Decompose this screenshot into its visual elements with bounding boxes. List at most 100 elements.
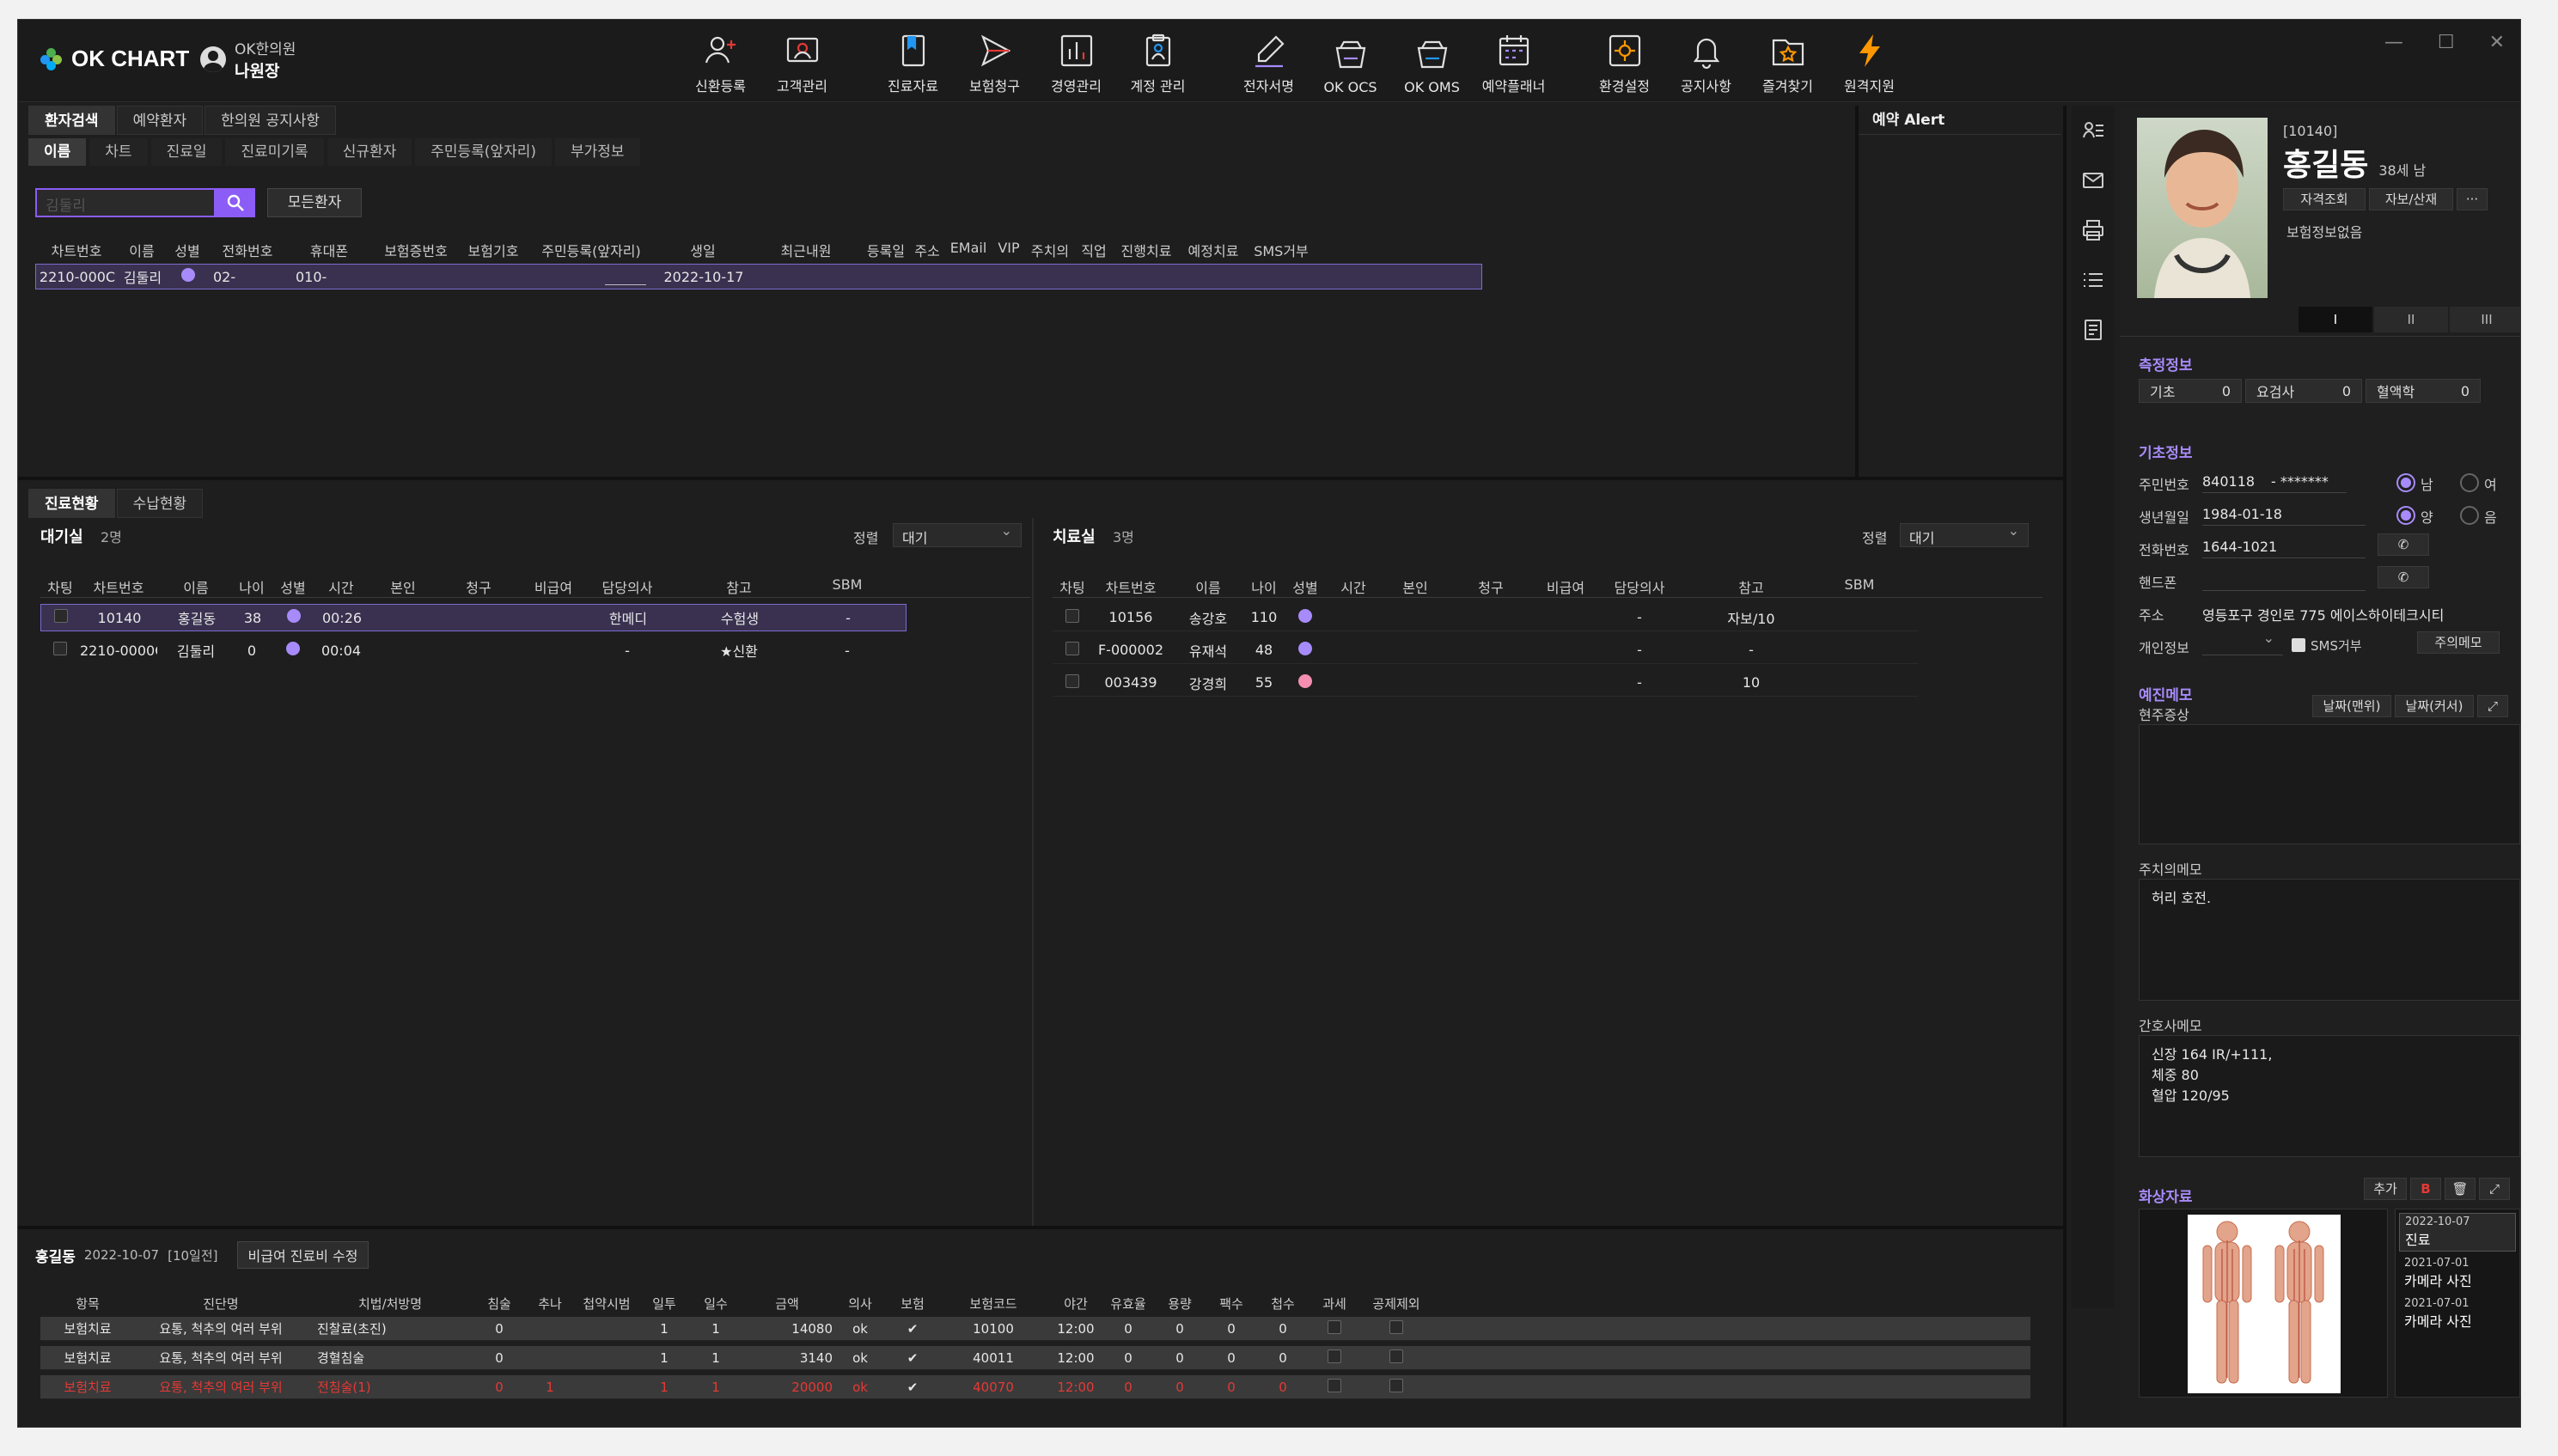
treatment-row[interactable]: F-000002 유재석 48 - -: [1053, 637, 1919, 664]
search-tab-visit-date[interactable]: 진료일: [150, 138, 223, 166]
toolbar-notice[interactable]: 공지사항: [1665, 27, 1747, 95]
date-top-button[interactable]: 날짜(맨위): [2312, 695, 2391, 717]
sidebar-list[interactable]: [2072, 255, 2115, 305]
toolbar-management[interactable]: 경영관리: [1035, 27, 1117, 95]
sex-male-radio[interactable]: [2396, 473, 2415, 492]
billing-row[interactable]: 보험치료 요통, 척추의 여러 부위 진찰료(초진) 0 1 1 14080 o…: [40, 1317, 2030, 1341]
chart-checkbox[interactable]: [53, 642, 67, 655]
billing-row[interactable]: 보험치료 요통, 척추의 여러 부위 경혈침술 0 1 1 3140 ok ✔ …: [40, 1346, 2030, 1370]
view-tab-2[interactable]: II: [2374, 307, 2448, 332]
toolbar-settings[interactable]: 환경설정: [1584, 27, 1665, 95]
sidebar-document[interactable]: [2072, 305, 2115, 355]
search-tab-unrecorded[interactable]: 진료미기록: [225, 138, 324, 166]
auto-insurance-button[interactable]: 자보/산재: [2369, 188, 2453, 210]
more-button[interactable]: ···: [2457, 188, 2488, 210]
sms-reject-checkbox[interactable]: [2292, 638, 2305, 652]
measure-urine[interactable]: 요검사 0: [2245, 379, 2362, 403]
chart-checkbox[interactable]: [1065, 608, 1079, 623]
insurance-check-icon[interactable]: ✔: [888, 1380, 937, 1395]
search-tab-extra[interactable]: 부가정보: [555, 138, 640, 166]
chart-checkbox[interactable]: [1065, 673, 1079, 688]
toolbar-ok-oms[interactable]: OK OMS: [1391, 27, 1473, 95]
view-tab-1[interactable]: I: [2299, 307, 2372, 332]
tax-checkbox[interactable]: [1328, 1349, 1341, 1363]
maximize-icon[interactable]: ☐: [2438, 32, 2455, 53]
clinic-user[interactable]: OK한의원 나원장: [200, 37, 296, 82]
search-tab-rrn[interactable]: 주민등록(앞자리): [415, 138, 552, 166]
app-logo[interactable]: OK CHART: [40, 46, 189, 72]
all-patients-button[interactable]: 모든환자: [267, 188, 362, 217]
rrn-front[interactable]: 840118: [2202, 473, 2255, 490]
edit-noncovered-button[interactable]: 비급여 진료비 수정: [236, 1241, 369, 1269]
treatment-row[interactable]: 003439 강경희 55 - 10: [1053, 669, 1919, 697]
delete-image-button[interactable]: 🗑: [2445, 1178, 2476, 1200]
toolbar-ok-ocs[interactable]: OK OCS: [1310, 27, 1391, 95]
call-phone-button[interactable]: ✆: [2378, 533, 2429, 556]
nurse-memo-textarea[interactable]: 신장 164 IR/+111, 체중 80 혈압 120/95: [2139, 1035, 2520, 1157]
search-tab-name[interactable]: 이름: [28, 138, 87, 166]
call-mobile-button[interactable]: ✆: [2378, 566, 2429, 588]
tax-checkbox[interactable]: [1328, 1378, 1341, 1392]
expand-memo-button[interactable]: ⤢: [2477, 695, 2508, 717]
waiting-row[interactable]: 10140 홍길동 38 00:26 한메디 수험생 -: [40, 604, 907, 631]
tab-payment-status[interactable]: 수납현황: [116, 489, 204, 518]
tab-patient-search[interactable]: 환자검색: [28, 106, 115, 135]
chart-checkbox[interactable]: [54, 609, 68, 623]
close-icon[interactable]: ✕: [2489, 32, 2505, 53]
toolbar-new-patient[interactable]: 신환등록: [680, 27, 761, 95]
billing-row[interactable]: 보험치료 요통, 척추의 여러 부위 전침술(1) 0 1 1 1 20000 …: [40, 1375, 2030, 1399]
symptom-textarea[interactable]: [2139, 724, 2520, 844]
waiting-row[interactable]: 2210-0000C 김둘리 0 00:04 - ★신환 -: [40, 637, 907, 664]
image-list-item[interactable]: 2021-07-01 카메라 사진: [2399, 1255, 2516, 1292]
search-input[interactable]: 김둘리: [35, 188, 216, 217]
toolbar-account[interactable]: 계정 관리: [1117, 27, 1199, 95]
doctor-memo-textarea[interactable]: 허리 호전.: [2139, 879, 2520, 1001]
rrn-back[interactable]: - *******: [2271, 473, 2329, 490]
exclude-checkbox[interactable]: [1389, 1319, 1403, 1334]
treatment-sort-select[interactable]: 대기: [1900, 522, 2029, 547]
add-image-button[interactable]: 추가: [2364, 1178, 2407, 1200]
insurance-check-icon[interactable]: ✔: [888, 1321, 937, 1337]
search-tab-chart[interactable]: 차트: [89, 138, 148, 166]
tax-checkbox[interactable]: [1328, 1319, 1341, 1334]
minimize-icon[interactable]: —: [2384, 32, 2403, 53]
expand-images-button[interactable]: ⤢: [2479, 1178, 2510, 1200]
insurance-check-icon[interactable]: ✔: [888, 1350, 937, 1366]
waiting-sort-select[interactable]: 대기: [893, 522, 1022, 547]
search-tab-new-patient[interactable]: 신규환자: [327, 138, 412, 166]
bold-button[interactable]: B: [2410, 1178, 2441, 1200]
tab-reserved-patients[interactable]: 예약환자: [116, 106, 204, 135]
sex-female-radio[interactable]: [2460, 473, 2479, 492]
address-value[interactable]: 영등포구 경인로 775 에이스하이테크시티: [2202, 604, 2517, 624]
sidebar-mail[interactable]: [2072, 155, 2115, 205]
sidebar-contacts[interactable]: [2072, 106, 2115, 155]
toolbar-favorites[interactable]: 즐겨찾기: [1747, 27, 1828, 95]
image-list-item[interactable]: 2022-10-07 진료: [2399, 1213, 2516, 1252]
calendar-solar-radio[interactable]: [2396, 506, 2415, 525]
tab-treatment-status[interactable]: 진료현황: [28, 489, 115, 518]
search-result-row[interactable]: 2210-000C 김둘리 02- 010- 2022-10-17: [35, 264, 1482, 289]
qualification-button[interactable]: 자격조회: [2283, 188, 2366, 210]
measure-basic[interactable]: 기초 0: [2139, 379, 2242, 403]
phone-value[interactable]: 1644-1021: [2202, 539, 2277, 555]
caution-memo-button[interactable]: 주의메모: [2417, 631, 2500, 654]
image-preview[interactable]: [2139, 1209, 2388, 1398]
date-cursor-button[interactable]: 날짜(커서): [2395, 695, 2474, 717]
toolbar-records[interactable]: 진료자료: [872, 27, 954, 95]
privacy-select[interactable]: [2202, 630, 2283, 655]
chart-checkbox[interactable]: [1065, 641, 1079, 655]
treatment-row[interactable]: 10156 송강호 110 - 자보/10: [1053, 604, 1919, 631]
view-tab-3[interactable]: III: [2450, 307, 2520, 332]
toolbar-e-signature[interactable]: 전자서명: [1228, 27, 1310, 95]
exclude-checkbox[interactable]: [1389, 1349, 1403, 1363]
toolbar-customer[interactable]: 고객관리: [761, 27, 843, 95]
toolbar-insurance-claim[interactable]: 보험청구: [954, 27, 1035, 95]
measure-blood[interactable]: 혈액학 0: [2366, 379, 2481, 403]
toolbar-remote-support[interactable]: 원격지원: [1828, 27, 1910, 95]
search-button[interactable]: [216, 188, 255, 217]
birth-value[interactable]: 1984-01-18: [2202, 506, 2282, 522]
tab-clinic-notice[interactable]: 한의원 공지사항: [205, 106, 337, 135]
toolbar-reservation[interactable]: 예약플래너: [1473, 27, 1554, 95]
sidebar-print[interactable]: [2072, 205, 2115, 255]
image-list-item[interactable]: 2021-07-01 카메라 사진: [2399, 1295, 2516, 1332]
